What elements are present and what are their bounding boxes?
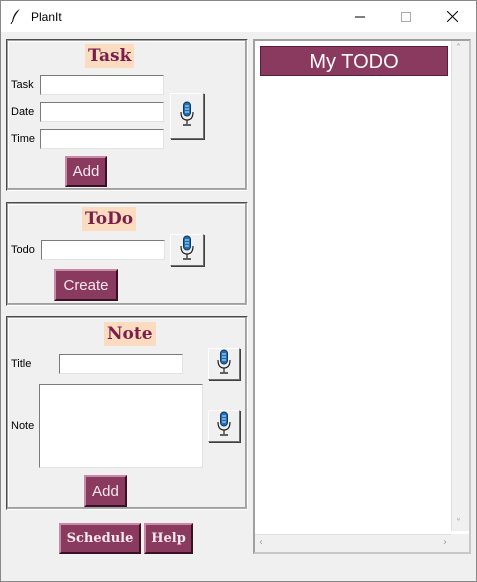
scroll-up-icon[interactable]: ˄ [456, 43, 461, 54]
create-button[interactable]: Create [54, 269, 118, 301]
note-textarea[interactable] [39, 384, 203, 468]
task-heading: Task [85, 44, 135, 68]
scroll-left-icon[interactable]: ‹ [259, 537, 263, 548]
time-input[interactable] [40, 129, 164, 149]
task-add-button[interactable]: Add [65, 156, 107, 187]
task-input[interactable] [40, 75, 164, 95]
note-panel: Note Title Note Add [6, 316, 248, 510]
maximize-button[interactable] [383, 1, 429, 32]
todo-mic-button[interactable] [170, 234, 204, 266]
title-bar: PlanIt [1, 1, 476, 32]
close-button[interactable] [429, 1, 475, 32]
microphone-icon [217, 411, 231, 442]
scroll-right-icon[interactable]: › [443, 537, 447, 548]
todo-label: Todo [11, 244, 35, 256]
note-title-input[interactable] [59, 354, 183, 374]
scroll-down-icon[interactable]: ˅ [456, 518, 461, 529]
time-label: Time [11, 133, 36, 145]
date-label: Date [11, 106, 35, 118]
note-add-button[interactable]: Add [84, 475, 127, 507]
microphone-icon [180, 235, 194, 266]
note-heading: Note [104, 322, 156, 346]
window-title: PlanIt [31, 10, 62, 24]
todo-input[interactable] [41, 240, 165, 260]
close-icon [446, 11, 458, 22]
task-panel: Task Task Date Time Add [6, 39, 248, 191]
microphone-icon [180, 101, 194, 132]
minimize-icon [355, 16, 365, 17]
help-button[interactable]: Help [144, 523, 193, 554]
title-label: Title [11, 358, 32, 370]
task-label: Task [11, 79, 34, 91]
microphone-icon [217, 349, 231, 380]
todo-list-panel[interactable]: My TODO ˄ ˅ ‹ › [253, 39, 471, 554]
todo-list-title: My TODO [260, 46, 448, 76]
title-mic-button[interactable] [208, 348, 240, 380]
minimize-button[interactable] [337, 1, 383, 32]
date-input[interactable] [40, 102, 164, 122]
note-mic-button[interactable] [208, 410, 240, 442]
todo-heading: ToDo [82, 207, 137, 231]
feather-icon [10, 8, 22, 29]
app-window: PlanIt Task Task Date Time Add ToDo Todo [0, 0, 477, 582]
task-mic-button[interactable] [170, 93, 204, 139]
vertical-scrollbar[interactable]: ˄ ˅ [451, 41, 469, 531]
scroll-corner [451, 534, 469, 552]
maximize-icon [401, 11, 411, 22]
todo-panel: ToDo Todo Create [6, 202, 248, 306]
schedule-button[interactable]: Schedule [59, 523, 141, 554]
horizontal-scrollbar[interactable]: ‹ › [255, 534, 451, 552]
note-label: Note [11, 420, 35, 432]
